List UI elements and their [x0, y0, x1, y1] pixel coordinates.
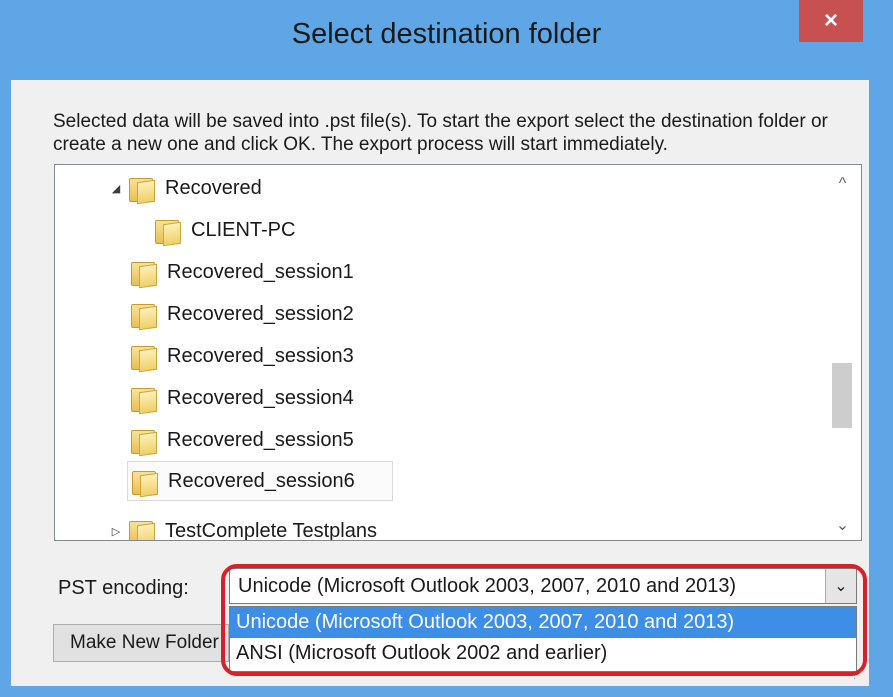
- folder-icon: [155, 217, 181, 244]
- tree-item-label: TestComplete Testplans: [165, 519, 377, 541]
- tree-item-recovered-session5[interactable]: Recovered_session5: [131, 420, 354, 460]
- folder-icon: [131, 343, 157, 370]
- close-icon: ×: [823, 7, 838, 34]
- folder-icon: [131, 301, 157, 328]
- tree-item-recovered-session3[interactable]: Recovered_session3: [131, 336, 354, 376]
- tree-item-label: Recovered_session3: [167, 344, 354, 367]
- expand-icon[interactable]: ▷: [107, 525, 125, 538]
- tree-item-testcomplete-testplans[interactable]: ▷ TestComplete Testplans: [107, 511, 377, 541]
- tree-item-recovered-session1[interactable]: Recovered_session1: [131, 252, 354, 292]
- scroll-up-icon[interactable]: ^: [824, 169, 861, 199]
- tree-item-label: CLIENT-PC: [191, 218, 296, 241]
- tree-item-label: Recovered_session5: [167, 428, 354, 451]
- tree-item-label: Recovered_session6: [168, 469, 355, 492]
- pst-encoding-select[interactable]: Unicode (Microsoft Outlook 2003, 2007, 2…: [229, 568, 857, 604]
- tree-item-recovered-session2[interactable]: Recovered_session2: [131, 294, 354, 334]
- tree-item-recovered[interactable]: ◢ Recovered: [107, 168, 262, 208]
- collapse-icon[interactable]: ◢: [107, 182, 125, 195]
- make-new-folder-button[interactable]: Make New Folder: [53, 624, 229, 662]
- option-ansi[interactable]: ANSI (Microsoft Outlook 2002 and earlier…: [230, 638, 856, 669]
- pst-encoding-dropdown: Unicode (Microsoft Outlook 2003, 2007, 2…: [229, 606, 857, 672]
- scroll-thumb[interactable]: [832, 363, 852, 428]
- option-unicode[interactable]: Unicode (Microsoft Outlook 2003, 2007, 2…: [230, 607, 856, 638]
- tree-item-client-pc[interactable]: CLIENT-PC: [155, 210, 295, 250]
- folder-icon: [131, 427, 157, 454]
- folder-icon: [131, 259, 157, 286]
- resize-grip-icon[interactable]: ⋰: [853, 670, 865, 682]
- tree-item-label: Recovered_session1: [167, 260, 354, 283]
- folder-icon: [132, 468, 158, 495]
- folder-icon: [131, 385, 157, 412]
- tree-item-label: Recovered_session4: [167, 386, 354, 409]
- tree-item-recovered-session4[interactable]: Recovered_session4: [131, 378, 354, 418]
- dialog-title: Select destination folder: [291, 18, 602, 50]
- scroll-down-icon[interactable]: ⌄: [824, 510, 861, 540]
- folder-icon: [129, 518, 155, 540]
- dialog-client-area: Selected data will be saved into .pst fi…: [11, 80, 869, 686]
- close-button[interactable]: ×: [799, 0, 863, 42]
- folder-icon: [129, 175, 155, 202]
- title-bar[interactable]: Select destination folder ×: [0, 0, 893, 80]
- tree-item-label: Recovered_session2: [167, 302, 354, 325]
- dialog-window: Select destination folder × Selected dat…: [0, 0, 893, 697]
- chevron-down-icon[interactable]: ⌄: [825, 569, 856, 603]
- pst-encoding-value: Unicode (Microsoft Outlook 2003, 2007, 2…: [238, 574, 737, 597]
- folder-tree[interactable]: ◢ Recovered CLIENT-PC Recovered_session1…: [54, 164, 862, 541]
- tree-item-recovered-session6[interactable]: Recovered_session6: [127, 461, 393, 501]
- tree-item-label: Recovered: [165, 176, 262, 199]
- pst-encoding-label: PST encoding:: [58, 577, 189, 599]
- vertical-scrollbar[interactable]: ^ ⌄: [824, 165, 861, 540]
- description-text: Selected data will be saved into .pst fi…: [53, 111, 828, 155]
